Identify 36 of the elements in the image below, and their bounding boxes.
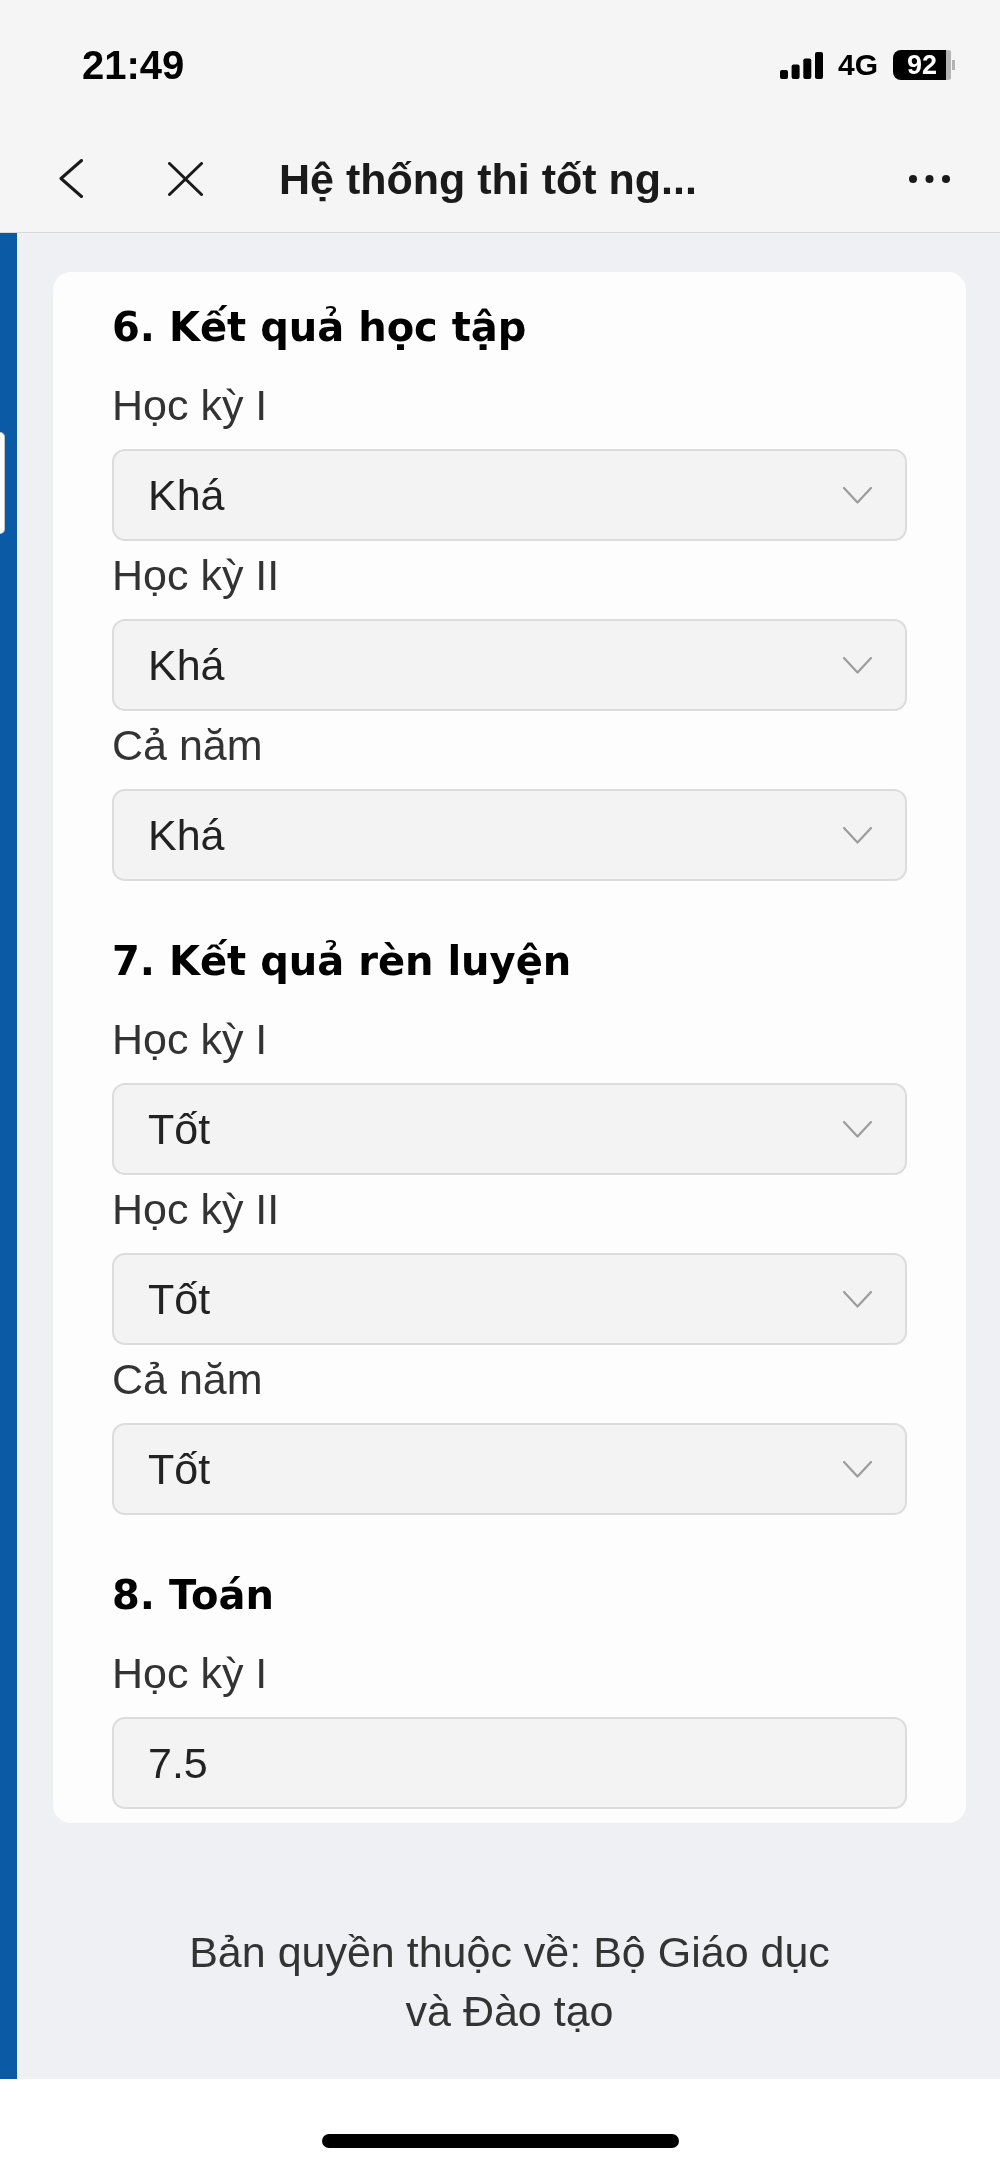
close-button[interactable] — [168, 161, 203, 196]
section-title: 7. Kết quả rèn luyện — [112, 937, 573, 985]
battery-indicator: 92 — [893, 50, 955, 80]
section-title: 6. Kết quả học tập — [112, 303, 528, 351]
page-title: Hệ thống thi tốt ng... — [279, 153, 698, 205]
field-label: Cả năm — [112, 1354, 264, 1405]
more-button[interactable] — [909, 174, 950, 183]
field-label: Học kỳ I — [112, 1648, 269, 1699]
dropdown-field[interactable]: Tốt — [112, 1083, 907, 1175]
field-label: Học kỳ I — [112, 1014, 269, 1065]
dropdown-field[interactable]: Khá — [112, 789, 907, 881]
dropdown-field[interactable]: Khá — [112, 449, 907, 541]
chevron-down-icon — [843, 486, 872, 504]
back-button[interactable] — [59, 159, 83, 198]
section-title: 8. Toán — [112, 1571, 275, 1619]
dropdown-field[interactable]: Khá — [112, 619, 907, 711]
chevron-down-icon — [843, 656, 872, 674]
close-icon — [168, 161, 203, 196]
signal-icon — [779, 51, 823, 79]
copyright-text: Bản quyền thuộc về: Bộ Giáo dục và Đào tạo — [188, 1927, 831, 2037]
edge-tab[interactable] — [0, 432, 5, 534]
dropdown-field[interactable]: Tốt — [112, 1423, 907, 1515]
chevron-left-icon — [59, 159, 83, 198]
network-label: 4G — [837, 50, 878, 80]
chevron-down-icon — [843, 826, 872, 844]
status-time: 21:49 — [82, 42, 185, 88]
more-icon — [909, 174, 950, 183]
field-label: Học kỳ II — [112, 550, 281, 601]
chevron-down-icon — [843, 1120, 872, 1138]
dropdown-field[interactable]: Tốt — [112, 1253, 907, 1345]
field-label: Học kỳ I — [112, 380, 269, 431]
chevron-down-icon — [843, 1290, 872, 1308]
field-label: Học kỳ II — [112, 1184, 281, 1235]
chevron-down-icon — [843, 1460, 872, 1478]
input-field[interactable]: 7.5 — [112, 1717, 907, 1809]
field-label: Cả năm — [112, 720, 264, 771]
